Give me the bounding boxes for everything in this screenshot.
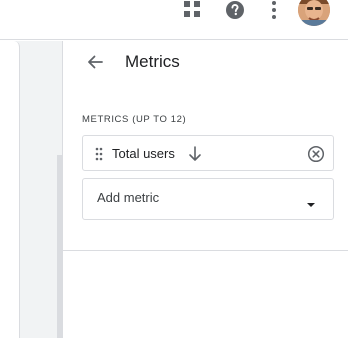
section-label: METRICS (UP TO 12) xyxy=(82,114,187,125)
panel-divider xyxy=(63,250,348,251)
sort-descending-icon[interactable] xyxy=(187,145,203,163)
apps-grid-icon[interactable] xyxy=(184,1,202,19)
report-canvas xyxy=(0,41,62,338)
dropdown-arrow-icon xyxy=(305,196,317,207)
report-card xyxy=(0,41,20,338)
metric-label: Total users xyxy=(112,146,175,161)
remove-metric-icon[interactable] xyxy=(307,145,325,163)
help-icon[interactable] xyxy=(225,0,245,20)
drag-handle-icon[interactable] xyxy=(95,147,103,161)
avatar[interactable] xyxy=(298,0,330,26)
add-metric-dropdown[interactable]: Add metric xyxy=(82,178,334,220)
back-button[interactable] xyxy=(83,50,107,74)
arrow-back-icon xyxy=(88,55,103,69)
add-metric-label: Add metric xyxy=(97,190,160,205)
top-bar xyxy=(0,0,348,40)
metric-chip-total-users[interactable]: Total users xyxy=(82,135,334,171)
panel-title: Metrics xyxy=(125,52,180,71)
panel-header: Metrics xyxy=(63,41,348,83)
metrics-panel: Metrics METRICS (UP TO 12) Total users A… xyxy=(62,41,348,338)
more-vert-icon[interactable] xyxy=(268,0,280,20)
